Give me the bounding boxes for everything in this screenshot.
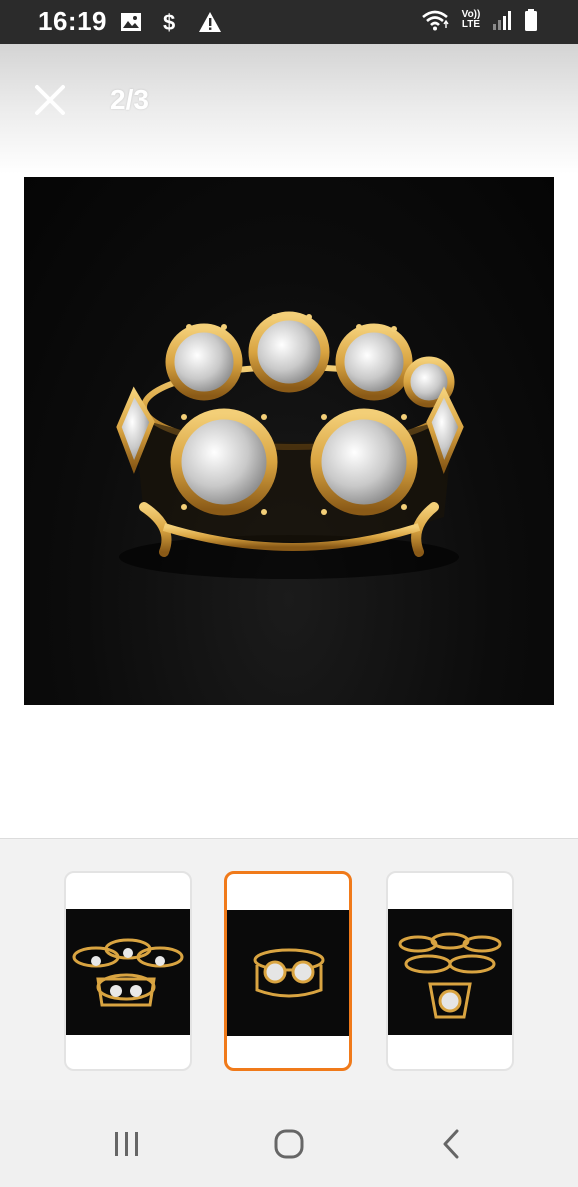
lte-label: LTE xyxy=(461,19,481,30)
recent-apps-button[interactable] xyxy=(97,1122,157,1166)
thumbnail-1-photo xyxy=(66,909,190,1035)
close-button[interactable] xyxy=(30,80,70,120)
svg-text:$: $ xyxy=(163,10,175,34)
thumbnail-1[interactable] xyxy=(64,871,192,1071)
image-counter: 2/3 xyxy=(110,84,149,115)
navigation-bar xyxy=(0,1100,578,1187)
status-left-icons: $ xyxy=(120,10,222,34)
status-time: 16:19 xyxy=(38,6,107,36)
close-icon xyxy=(35,85,65,115)
volte-icon: Vo)) LTE xyxy=(460,10,482,30)
main-product-image[interactable] xyxy=(24,177,554,705)
battery-icon xyxy=(525,9,537,31)
crown-candle-holder-image xyxy=(116,311,464,579)
image-icon xyxy=(121,13,141,31)
viewer-header: 2/3 xyxy=(0,44,578,174)
thumbnail-3-photo xyxy=(388,909,512,1035)
thumbnail-2[interactable] xyxy=(224,871,352,1071)
status-right-icons: Vo)) LTE xyxy=(420,8,538,32)
status-bar: 16:19 $ Vo)) LTE xyxy=(0,0,578,44)
thumbnail-strip xyxy=(0,838,578,1100)
thumbnail-3[interactable] xyxy=(386,871,514,1071)
signal-icon xyxy=(493,11,511,30)
home-icon xyxy=(274,1129,304,1159)
warning-icon xyxy=(199,12,221,32)
back-icon xyxy=(443,1129,459,1159)
home-button[interactable] xyxy=(259,1122,319,1166)
dollar-icon: $ xyxy=(163,10,175,34)
back-button[interactable] xyxy=(421,1122,481,1166)
wifi-icon xyxy=(422,10,449,31)
recent-apps-icon xyxy=(115,1132,138,1156)
thumbnail-2-photo xyxy=(227,910,349,1036)
